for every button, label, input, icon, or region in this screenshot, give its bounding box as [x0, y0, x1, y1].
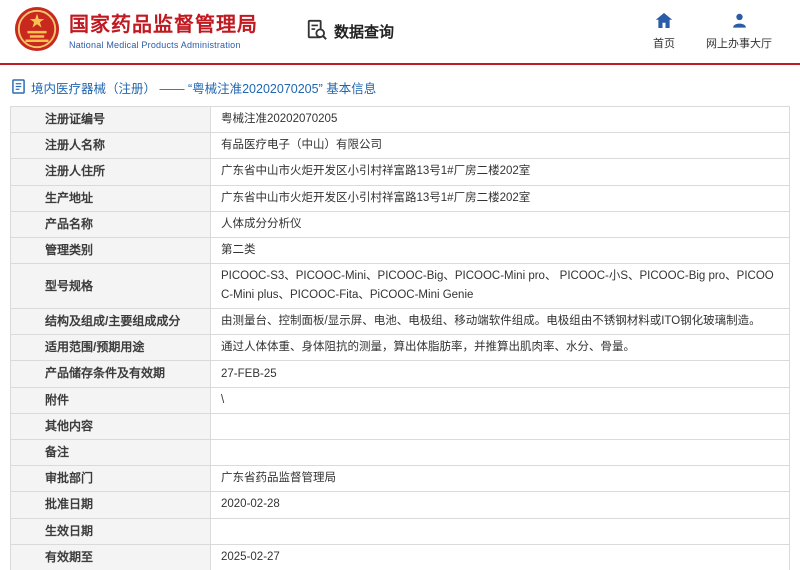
table-row: 备注 [10, 438, 790, 467]
top-right-nav: 首页 网上办事大厅 [648, 12, 772, 51]
registration-info-table: 注册证编号 粤械注准20202070205 注册人名称 有品医疗电子（中山）有限公司注… [10, 105, 790, 570]
table-row: 产品名称 人体成分分析仪 [10, 210, 790, 238]
table-row: 型号规格 PICOOC-S3、PICOOC-Mini、PICOOC-Big、PIC… [10, 263, 790, 310]
table-row: 管理类别 第二类 [10, 236, 790, 265]
row-label: 注册人名称 [10, 132, 211, 160]
row-value: 由测量台、控制面板/显示屏、电池、电极组、移动端软件组成。电极组由不锈钢材料或I… [210, 308, 790, 336]
document-search-icon [306, 19, 328, 45]
row-value: PICOOC-S3、PICOOC-Mini、PICOOC-Big、PICOOC-… [210, 263, 790, 310]
table-row: 注册证编号 粤械注准20202070205 [10, 105, 790, 134]
home-icon [655, 12, 673, 32]
row-label: 有效期至 [10, 543, 211, 570]
row-label: 产品名称 [10, 210, 211, 238]
info-table-body: 注册证编号 粤械注准20202070205 注册人名称 有品医疗电子（中山）有限公司注… [10, 105, 790, 570]
row-label: 审批部门 [10, 465, 211, 493]
row-value: 广东省中山市火炬开发区小引村祥富路13号1#厂房二楼202室 [210, 158, 790, 186]
row-value [210, 412, 790, 441]
row-value: 第二类 [210, 236, 790, 265]
row-value: 有品医疗电子（中山）有限公司 [210, 132, 790, 160]
agency-name-en: National Medical Products Administration [69, 40, 241, 50]
agency-logo[interactable]: 国家药品监督管理局 National Medical Products Admi… [14, 6, 258, 57]
table-row: 审批部门 广东省药品监督管理局 [10, 465, 790, 493]
page: 国家药品监督管理局 National Medical Products Admi… [0, 0, 800, 570]
row-label: 结构及组成/主要组成成分 [10, 308, 211, 336]
agency-name-cn: 国家药品监督管理局 [69, 14, 258, 36]
document-icon [12, 78, 25, 97]
row-value: 2020-02-28 [210, 491, 790, 519]
row-value: 27-FEB-25 [210, 360, 790, 388]
row-value: 粤械注准20202070205 [210, 105, 790, 134]
table-row: 其他内容 [10, 412, 790, 441]
breadcrumb-text: 境内医疗器械（注册） —— “粤械注准20202070205” 基本信息 [31, 82, 377, 96]
nav-data-query[interactable]: 数据查询 [306, 19, 394, 45]
table-row: 适用范围/预期用途 通过人体体重、身体阻抗的测量，算出体脂肪率，并推算出肌肉率、水… [10, 334, 790, 362]
table-row: 生效日期 [10, 517, 790, 545]
table-row: 产品储存条件及有效期 27-FEB-25 [10, 360, 790, 388]
table-row: 有效期至 2025-02-27 [10, 543, 790, 570]
national-emblem-icon [14, 6, 60, 57]
row-label: 附件 [10, 386, 211, 414]
row-label: 产品储存条件及有效期 [10, 360, 211, 388]
row-label: 批准日期 [10, 491, 211, 519]
table-row: 批准日期 2020-02-28 [10, 491, 790, 519]
agency-title-block: 国家药品监督管理局 National Medical Products Admi… [69, 13, 258, 50]
row-value: 通过人体体重、身体阻抗的测量，算出体脂肪率，并推算出肌肉率、水分、骨量。 [210, 334, 790, 362]
table-row: 结构及组成/主要组成成分 由测量台、控制面板/显示屏、电池、电极组、移动端软件组成… [10, 308, 790, 336]
row-label: 生效日期 [10, 517, 211, 545]
row-value: 人体成分分析仪 [210, 210, 790, 238]
nav-home-label: 首页 [653, 38, 675, 50]
row-label: 适用范围/预期用途 [10, 334, 211, 362]
row-label: 管理类别 [10, 236, 211, 265]
row-value [210, 517, 790, 545]
row-label: 注册人住所 [10, 158, 211, 186]
table-row: 附件 \ [10, 386, 790, 414]
row-label: 注册证编号 [10, 105, 211, 134]
row-label: 备注 [10, 438, 211, 467]
row-value: 广东省中山市火炬开发区小引村祥富路13号1#厂房二楼202室 [210, 184, 790, 212]
row-value [210, 438, 790, 467]
row-label: 生产地址 [10, 184, 211, 212]
nav-home[interactable]: 首页 [648, 12, 680, 51]
row-value: \ [210, 386, 790, 414]
row-label: 型号规格 [10, 263, 211, 310]
person-icon [731, 12, 748, 32]
nav-online-hall[interactable]: 网上办事大厅 [706, 12, 772, 51]
breadcrumb: 境内医疗器械（注册） —— “粤械注准20202070205” 基本信息 [0, 65, 800, 106]
row-label: 其他内容 [10, 412, 211, 441]
top-header: 国家药品监督管理局 National Medical Products Admi… [0, 0, 800, 63]
row-value: 2025-02-27 [210, 543, 790, 570]
row-value: 广东省药品监督管理局 [210, 465, 790, 493]
table-row: 注册人住所 广东省中山市火炬开发区小引村祥富路13号1#厂房二楼202室 [10, 158, 790, 186]
nav-online-hall-label: 网上办事大厅 [706, 38, 772, 50]
nav-data-query-label: 数据查询 [334, 24, 395, 41]
table-row: 注册人名称 有品医疗电子（中山）有限公司 [10, 132, 790, 160]
table-row: 生产地址 广东省中山市火炬开发区小引村祥富路13号1#厂房二楼202室 [10, 184, 790, 212]
